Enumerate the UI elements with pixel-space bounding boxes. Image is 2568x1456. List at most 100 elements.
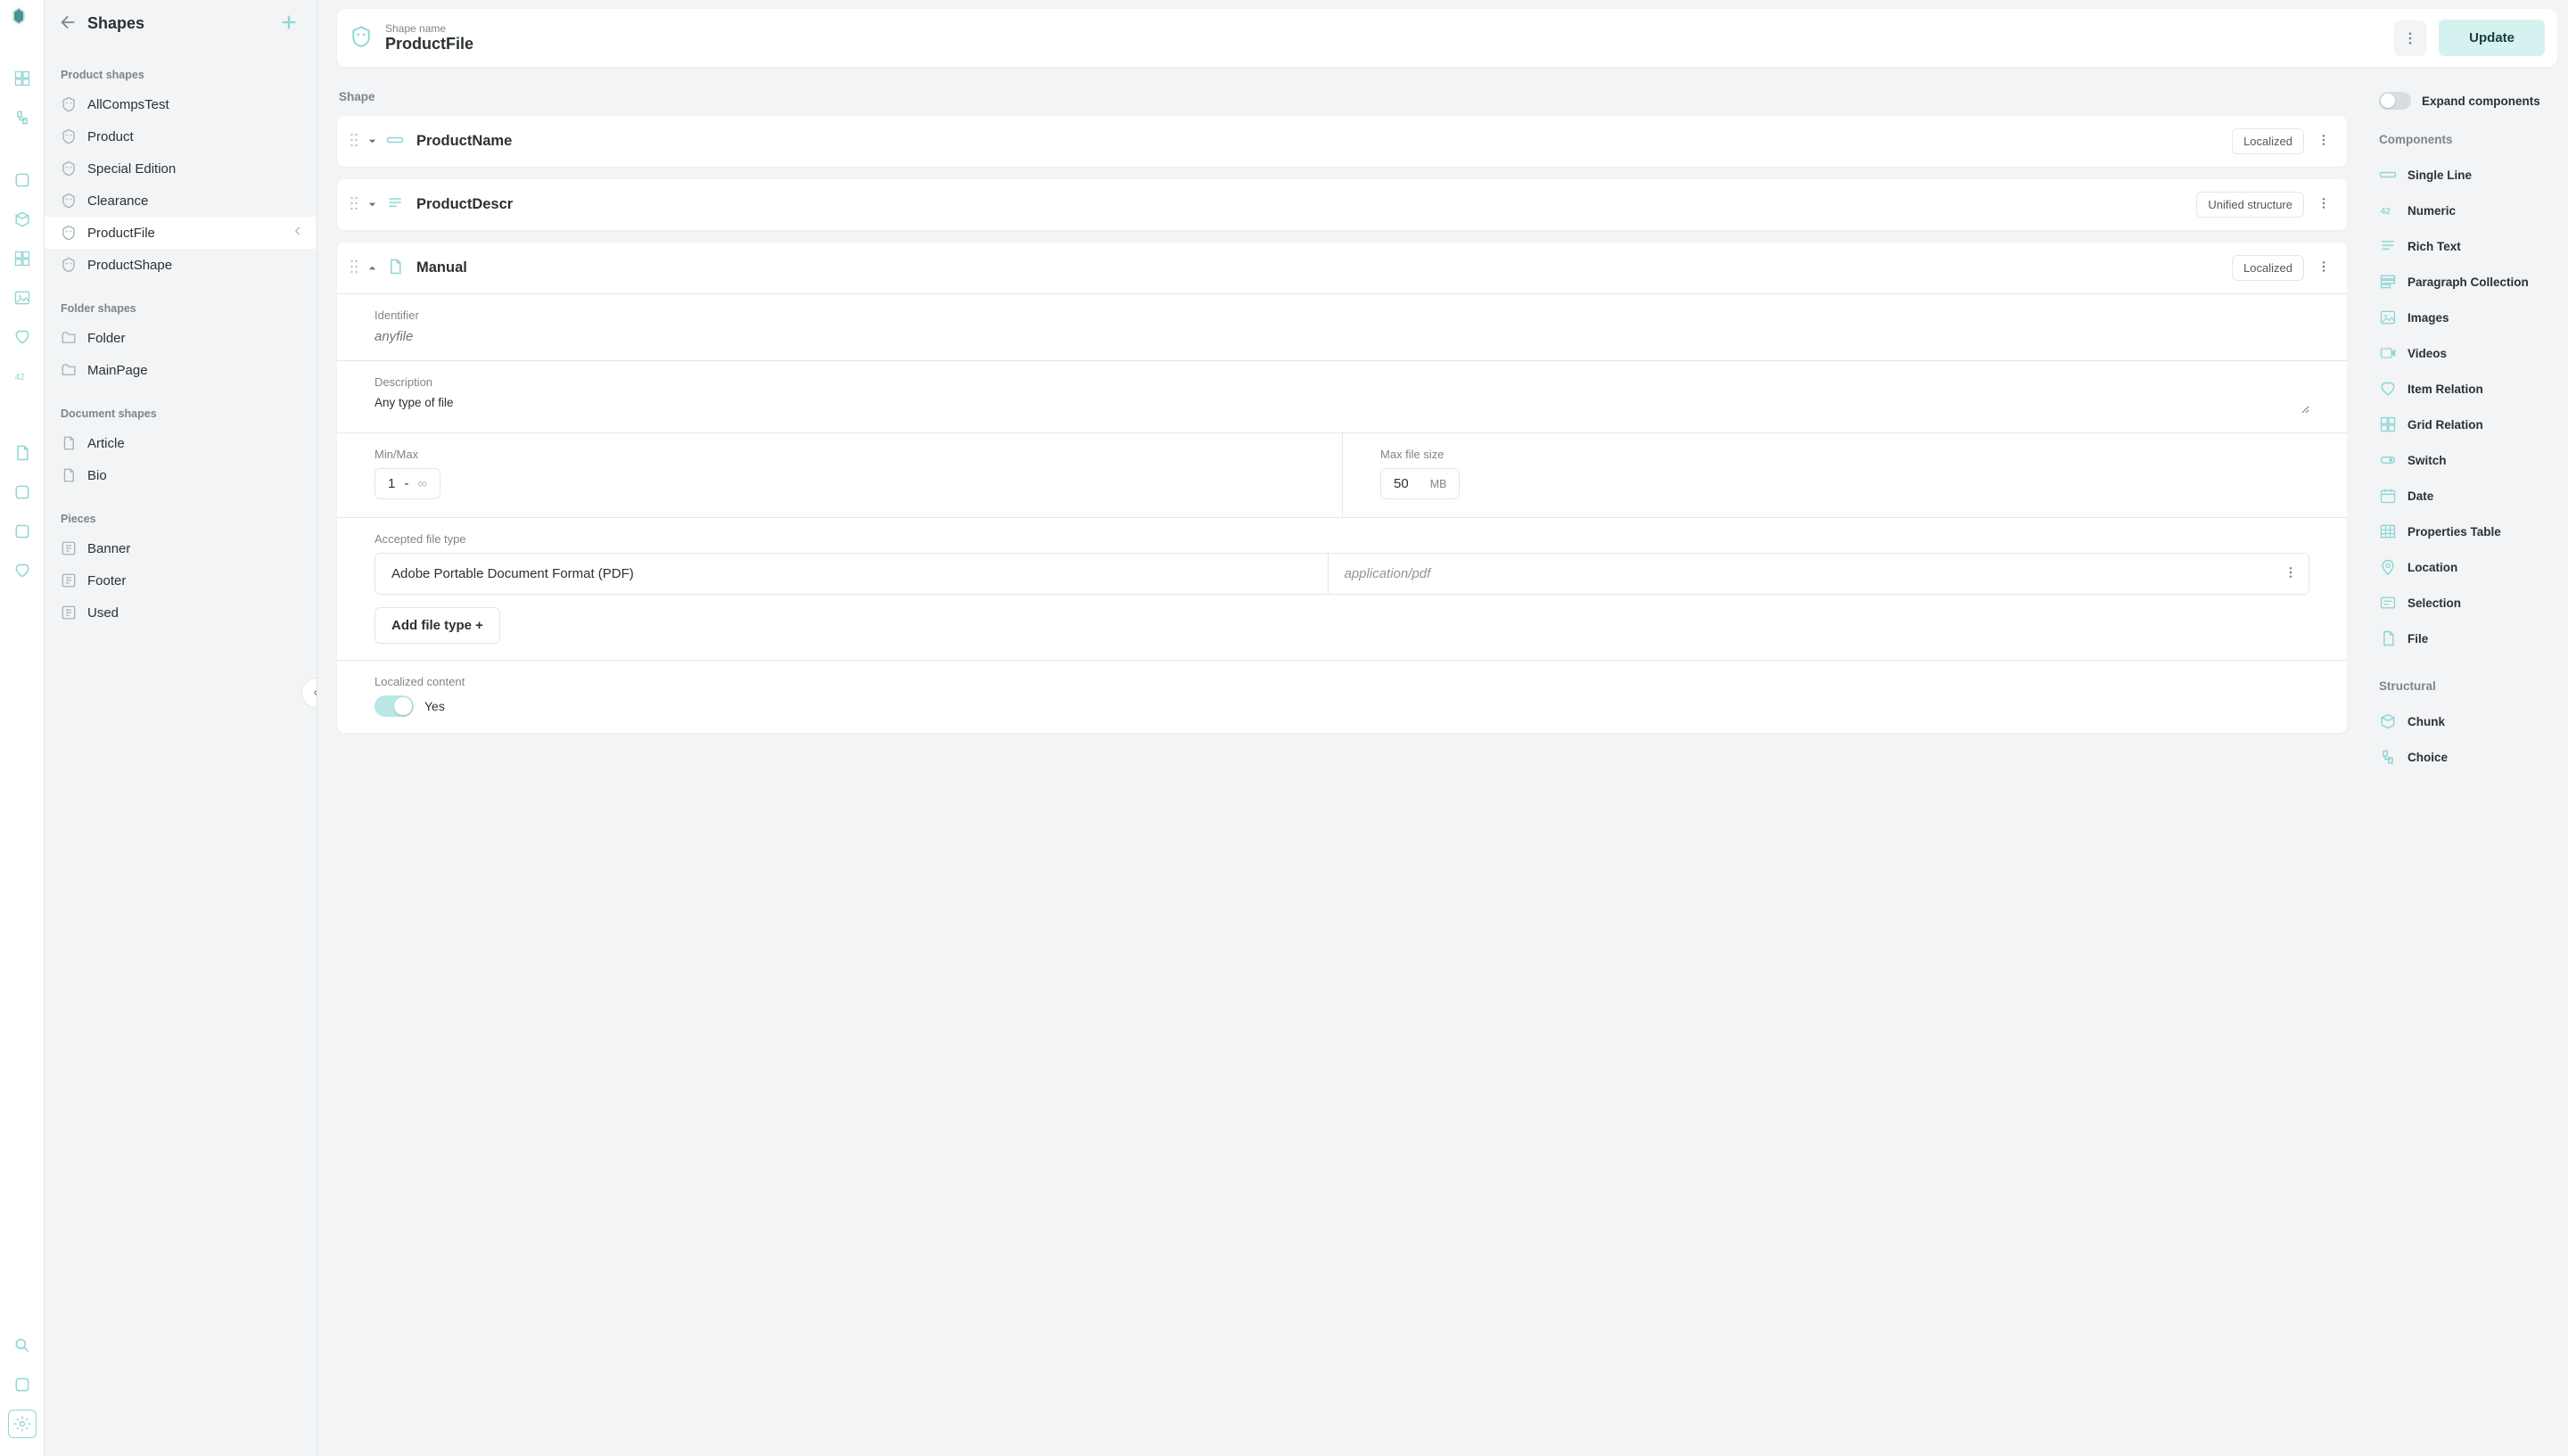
inspector-component-item[interactable]: Switch <box>2379 442 2557 478</box>
editor: Shape ProductName Localized ProductDescr… <box>337 90 2347 775</box>
inspector-component-item[interactable]: Date <box>2379 478 2557 514</box>
shape-menu-button[interactable] <box>2394 21 2426 56</box>
inspector-component-item[interactable]: Grid Relation <box>2379 407 2557 442</box>
rail-item-apps[interactable] <box>8 244 37 273</box>
drag-handle-icon[interactable] <box>350 259 358 276</box>
sidebar-item-label: ProductShape <box>87 258 172 273</box>
sidebar-item[interactable]: Banner <box>45 532 317 564</box>
rail-item-language[interactable] <box>8 1370 37 1399</box>
sidebar-item[interactable]: Clearance <box>45 185 317 217</box>
rail-item-linked[interactable] <box>8 103 37 132</box>
sidebar-item-label: Used <box>87 605 119 621</box>
inspector-component-item[interactable]: Paragraph Collection <box>2379 264 2557 300</box>
localized-label: Localized content <box>374 675 2309 688</box>
back-button[interactable] <box>59 12 78 35</box>
inspector-component-label: Properties Table <box>2408 525 2501 539</box>
localized-toggle[interactable] <box>374 695 414 717</box>
sidebar-item-label: Bio <box>87 468 107 483</box>
component-card: ProductDescr Unified structure <box>337 179 2347 230</box>
rail-item-settings[interactable] <box>8 1410 37 1438</box>
sidebar-collapse-button[interactable] <box>301 678 317 708</box>
sidebar-item[interactable]: Product <box>45 120 317 152</box>
shape-name-label: Shape name <box>385 22 473 35</box>
inspector-component-item[interactable]: Item Relation <box>2379 371 2557 407</box>
add-shape-button[interactable] <box>279 12 299 35</box>
inspector-section-title: Structural <box>2379 679 2557 693</box>
sidebar-item-label: ProductFile <box>87 226 155 241</box>
component-tag[interactable]: Unified structure <box>2196 192 2304 218</box>
main: Shape name ProductFile Update Shape Prod… <box>317 0 2568 1456</box>
sidebar-item[interactable]: ProductShape <box>45 249 317 281</box>
sidebar-item[interactable]: Article <box>45 427 317 459</box>
component-type-icon <box>386 258 404 278</box>
component-tag[interactable]: Localized <box>2232 128 2304 154</box>
component-menu-button[interactable] <box>2313 129 2334 153</box>
sidebar-title: Shapes <box>87 14 270 33</box>
add-filetype-button[interactable]: Add file type + <box>374 607 500 644</box>
inspector-component-item[interactable]: Numeric <box>2379 193 2557 228</box>
shape-icon <box>350 25 373 51</box>
maxfilesize-label: Max file size <box>1380 448 2309 461</box>
rail-item-users[interactable] <box>8 323 37 351</box>
minmax-label: Min/Max <box>374 448 1305 461</box>
update-button[interactable]: Update <box>2439 20 2545 56</box>
rail-item-clipboard[interactable] <box>8 439 37 467</box>
rail-item-media[interactable] <box>8 284 37 312</box>
rail-item-pricing[interactable] <box>8 362 37 391</box>
identifier-value[interactable]: anyfile <box>374 329 2309 344</box>
sidebar-item[interactable]: AllCompsTest <box>45 88 317 120</box>
rail-item-dashboard[interactable] <box>8 64 37 93</box>
inspector-component-item[interactable]: Images <box>2379 300 2557 335</box>
description-input[interactable]: Any type of file <box>374 396 2309 414</box>
rail-item-analytics[interactable] <box>8 517 37 546</box>
filetype-menu-button[interactable] <box>2280 562 2309 586</box>
component-menu-button[interactable] <box>2313 193 2334 217</box>
maxfilesize-input[interactable]: 50MB <box>1380 468 1460 499</box>
inspector-component-item[interactable]: Rich Text <box>2379 228 2557 264</box>
inspector-component-item[interactable]: Videos <box>2379 335 2557 371</box>
expand-toggle[interactable] <box>367 198 377 212</box>
inspector-component-item[interactable]: Choice <box>2379 739 2557 775</box>
component-tag[interactable]: Localized <box>2232 255 2304 281</box>
component-menu-button[interactable] <box>2313 256 2334 280</box>
inspector-component-label: File <box>2408 632 2428 646</box>
filetype-name[interactable]: Adobe Portable Document Format (PDF) <box>375 554 1328 594</box>
rail-item-random[interactable] <box>8 478 37 506</box>
inspector-component-item[interactable]: Location <box>2379 549 2557 585</box>
inspector-component-item[interactable]: File <box>2379 621 2557 656</box>
header-card: Shape name ProductFile Update <box>337 9 2557 67</box>
inspector-component-item[interactable]: Properties Table <box>2379 514 2557 549</box>
localized-value: Yes <box>424 699 445 713</box>
rail-item-catalogue[interactable] <box>8 166 37 194</box>
inspector-component-label: Chunk <box>2408 715 2445 728</box>
inspector-component-item[interactable]: Chunk <box>2379 703 2557 739</box>
sidebar-item[interactable]: Used <box>45 596 317 629</box>
sidebar-item[interactable]: Folder <box>45 322 317 354</box>
inspector-component-label: Numeric <box>2408 204 2456 218</box>
filetype-mime[interactable]: application/pdf <box>1328 554 2281 594</box>
sidebar-item-label: Article <box>87 436 125 451</box>
rail-item-network[interactable] <box>8 205 37 234</box>
expand-toggle[interactable] <box>367 261 377 276</box>
sidebar-item[interactable]: ProductFile <box>45 217 317 249</box>
filetype-row: Adobe Portable Document Format (PDF) app… <box>374 553 2309 595</box>
expand-components-toggle[interactable] <box>2379 92 2411 110</box>
sidebar-group-title: Product shapes <box>45 47 317 88</box>
sidebar-item[interactable]: Bio <box>45 459 317 491</box>
minmax-input[interactable]: 1-∞ <box>374 468 440 499</box>
inspector-component-label: Selection <box>2408 596 2461 610</box>
drag-handle-icon[interactable] <box>350 133 358 150</box>
rail-item-profile[interactable] <box>8 556 37 585</box>
sidebar-item[interactable]: Footer <box>45 564 317 596</box>
sidebar-item[interactable]: Special Edition <box>45 152 317 185</box>
sidebar-group-title: Document shapes <box>45 386 317 427</box>
inspector-component-item[interactable]: Selection <box>2379 585 2557 621</box>
description-label: Description <box>374 375 2309 389</box>
component-card: Manual Localized Identifier anyfile Desc… <box>337 243 2347 733</box>
inspector-component-label: Rich Text <box>2408 240 2461 253</box>
inspector-component-item[interactable]: Single Line <box>2379 157 2557 193</box>
sidebar-item[interactable]: MainPage <box>45 354 317 386</box>
rail-item-search[interactable] <box>8 1331 37 1360</box>
drag-handle-icon[interactable] <box>350 196 358 213</box>
expand-toggle[interactable] <box>367 135 377 149</box>
